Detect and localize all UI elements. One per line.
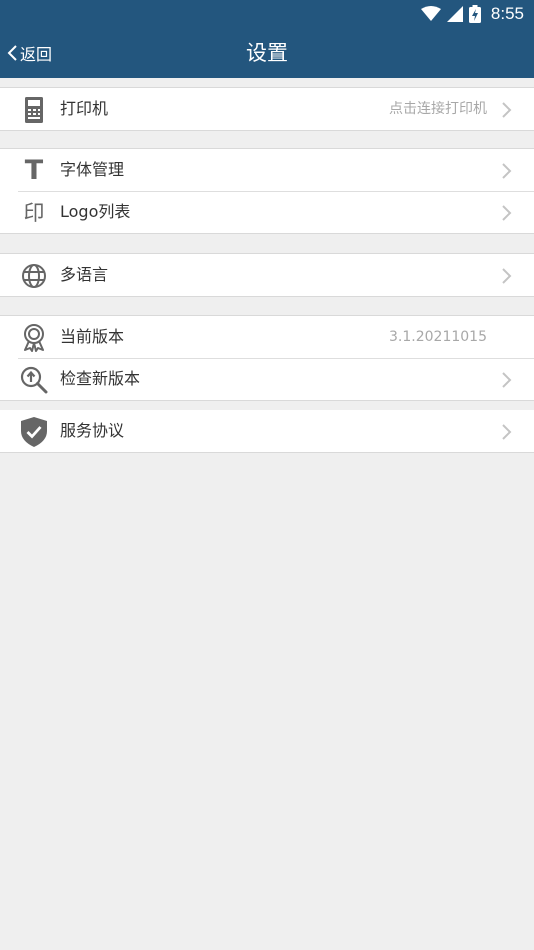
printer-status: 点击连接打印机 bbox=[389, 101, 487, 117]
printer-row[interactable]: 打印机 点击连接打印机 bbox=[0, 88, 534, 130]
chevron-right-icon bbox=[502, 102, 512, 118]
printer-section: 打印机 点击连接打印机 bbox=[0, 87, 534, 131]
wifi-icon bbox=[420, 6, 441, 21]
language-section: 多语言 bbox=[0, 253, 534, 297]
shield-check-icon bbox=[20, 417, 48, 447]
language-label: 多语言 bbox=[60, 265, 109, 284]
navigation-bar: 返回 设置 bbox=[0, 28, 534, 78]
language-row[interactable]: 多语言 bbox=[0, 254, 534, 296]
chevron-right-icon bbox=[502, 372, 512, 388]
status-icons: 8:55 bbox=[420, 4, 524, 24]
service-agreement-row[interactable]: 服务协议 bbox=[0, 410, 534, 452]
agreement-section: 服务协议 bbox=[0, 410, 534, 453]
printer-icon bbox=[20, 96, 48, 124]
chevron-right-icon bbox=[502, 268, 512, 284]
current-version-label: 当前版本 bbox=[60, 327, 125, 346]
version-section: 当前版本 3.1.20211015 检查新版本 bbox=[0, 315, 534, 401]
logo-list-row[interactable]: 印 Logo列表 bbox=[0, 191, 534, 233]
printer-label: 打印机 bbox=[60, 99, 109, 118]
check-update-label: 检查新版本 bbox=[60, 369, 141, 388]
current-version-value: 3.1.20211015 bbox=[389, 329, 487, 345]
battery-icon bbox=[468, 5, 481, 23]
stamp-icon-glyph: 印 bbox=[23, 201, 45, 225]
stamp-icon: 印 bbox=[20, 199, 48, 227]
chevron-right-icon bbox=[502, 205, 512, 221]
chevron-right-icon bbox=[502, 163, 512, 179]
resources-section: T 字体管理 印 Logo列表 bbox=[0, 148, 534, 234]
check-update-row[interactable]: 检查新版本 bbox=[0, 358, 534, 400]
font-management-row[interactable]: T 字体管理 bbox=[0, 149, 534, 191]
font-management-label: 字体管理 bbox=[60, 160, 125, 179]
service-agreement-label: 服务协议 bbox=[60, 421, 125, 440]
current-version-row: 当前版本 3.1.20211015 bbox=[0, 316, 534, 358]
chevron-right-icon bbox=[502, 424, 512, 440]
badge-icon bbox=[20, 324, 48, 352]
status-time: 8:55 bbox=[490, 4, 524, 23]
update-search-icon bbox=[20, 366, 48, 394]
logo-list-label: Logo列表 bbox=[60, 202, 131, 221]
signal-icon bbox=[446, 6, 463, 22]
font-icon: T bbox=[20, 157, 48, 185]
page-title: 设置 bbox=[246, 41, 288, 65]
status-bar: 8:55 bbox=[0, 0, 534, 28]
globe-icon bbox=[20, 262, 48, 290]
font-icon-glyph: T bbox=[24, 155, 44, 186]
